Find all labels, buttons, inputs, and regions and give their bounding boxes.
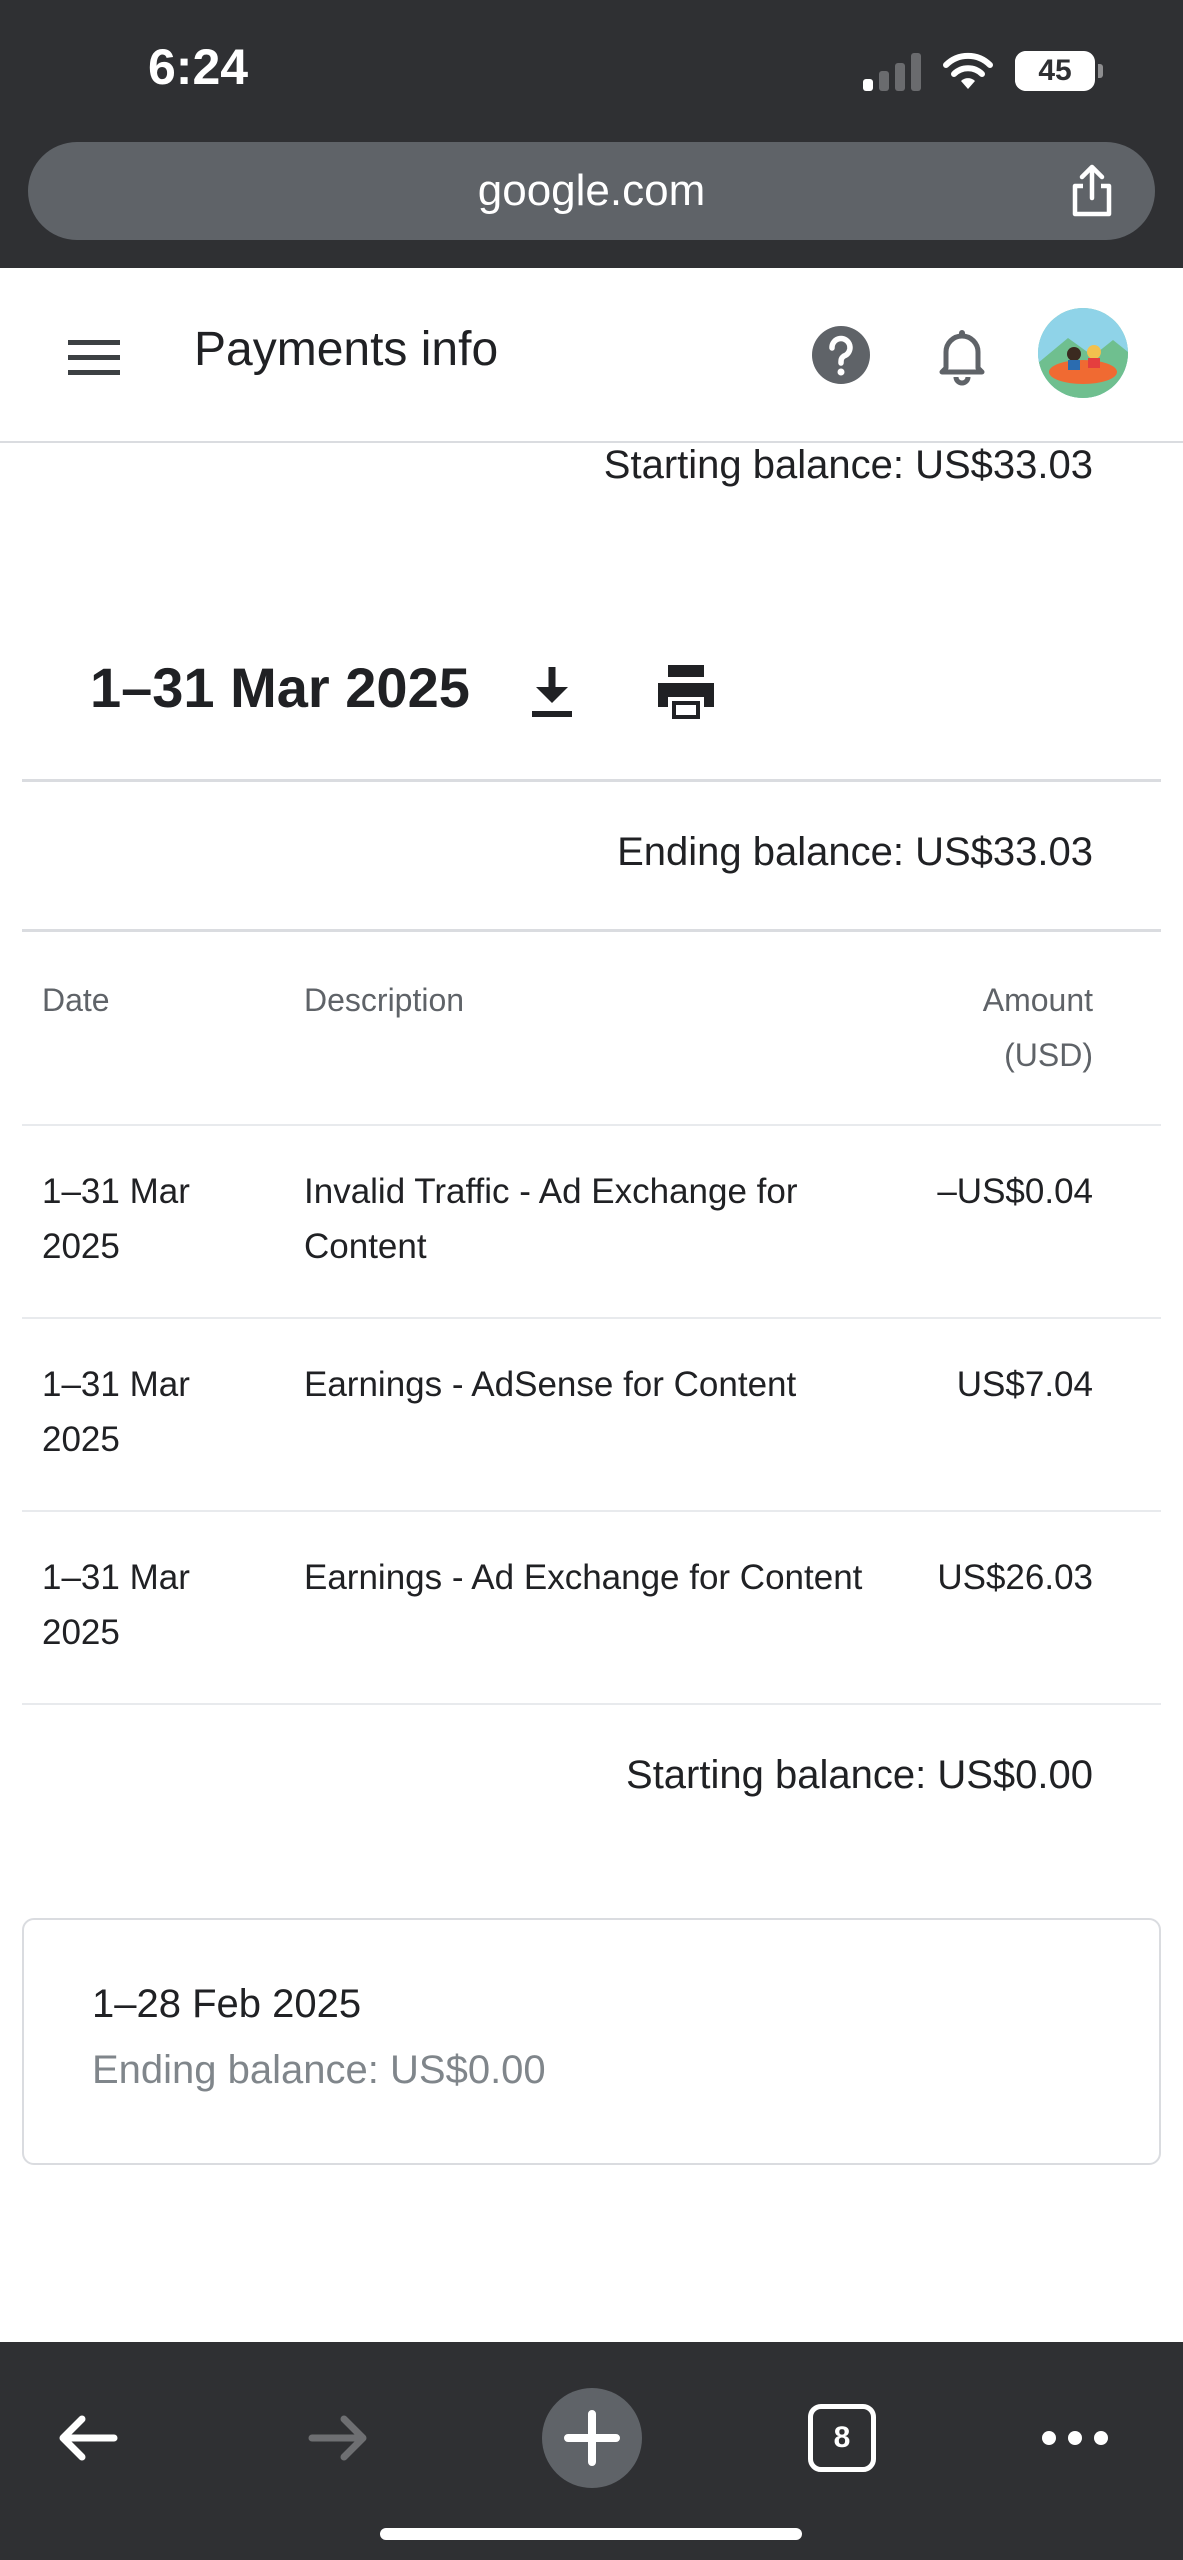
more-horizontal-icon[interactable]	[1040, 2422, 1110, 2454]
divider	[22, 1124, 1161, 1126]
amount-header-line1: Amount	[982, 982, 1093, 1018]
browser-top-bar: 6:24 45 google.com	[0, 0, 1183, 268]
ending-balance: Ending balance: US$33.03	[617, 830, 1093, 874]
row-date-line2: 2025	[42, 1227, 120, 1266]
row-description: Earnings - Ad Exchange for Content	[304, 1558, 863, 1597]
row-date-line1: 1–31 Mar	[42, 1365, 190, 1404]
avatar-image	[1038, 308, 1128, 398]
row-date: 1–31 Mar 2025	[42, 1550, 190, 1660]
download-icon[interactable]	[520, 659, 584, 723]
row-amount: –US$0.04	[937, 1172, 1093, 1211]
browser-bottom-toolbar: 8	[0, 2342, 1183, 2560]
divider	[22, 1510, 1161, 1512]
row-date-line1: 1–31 Mar	[42, 1558, 190, 1597]
divider	[22, 1703, 1161, 1705]
card-period: 1–28 Feb 2025	[92, 1982, 362, 2026]
address-bar[interactable]: google.com	[28, 142, 1155, 240]
row-date: 1–31 Mar 2025	[42, 1164, 190, 1274]
avatar[interactable]	[1038, 308, 1128, 398]
help-circle-icon[interactable]	[810, 324, 872, 386]
column-header-amount: Amount (USD)	[983, 973, 1093, 1083]
row-date: 1–31 Mar 2025	[42, 1357, 190, 1467]
arrow-right-icon[interactable]	[302, 2402, 374, 2474]
print-icon[interactable]	[652, 659, 720, 723]
page-title: Payments info	[194, 323, 499, 376]
row-amount: US$7.04	[956, 1365, 1093, 1404]
row-description: Invalid Traffic - Ad Exchange for Conten…	[304, 1164, 798, 1274]
row-description-line2: Content	[304, 1227, 427, 1266]
battery-percent: 45	[1038, 54, 1072, 87]
previous-statement-card[interactable]: 1–28 Feb 2025 Ending balance: US$0.00	[22, 1918, 1161, 2165]
divider	[22, 929, 1161, 932]
row-description-line1: Invalid Traffic - Ad Exchange for	[304, 1172, 798, 1211]
divider	[22, 779, 1161, 782]
statement-period-title: 1–31 Mar 2025	[90, 656, 470, 719]
app-bar: Payments info	[0, 268, 1183, 443]
amount-header-line2: (USD)	[1004, 1037, 1093, 1073]
column-header-date: Date	[42, 982, 110, 1018]
row-date-line1: 1–31 Mar	[42, 1172, 190, 1211]
status-time: 6:24	[148, 39, 249, 95]
divider	[22, 1317, 1161, 1319]
share-icon[interactable]	[1063, 162, 1121, 220]
url-text[interactable]: google.com	[28, 142, 1155, 240]
plus-icon	[564, 2410, 620, 2466]
bell-icon[interactable]	[930, 322, 994, 386]
previous-starting-balance: Starting balance: US$33.03	[603, 443, 1093, 487]
starting-balance: Starting balance: US$0.00	[626, 1753, 1093, 1797]
hamburger-menu-icon[interactable]	[62, 326, 126, 390]
wifi-icon	[943, 52, 993, 89]
arrow-left-icon[interactable]	[52, 2402, 124, 2474]
battery-icon: 45	[1015, 51, 1103, 91]
cellular-signal-icon	[863, 51, 921, 91]
row-amount: US$26.03	[937, 1558, 1093, 1597]
card-ending-balance: Ending balance: US$0.00	[92, 2048, 546, 2092]
status-icons: 45	[863, 44, 1103, 98]
tab-switcher-button[interactable]: 8	[808, 2404, 876, 2472]
row-date-line2: 2025	[42, 1420, 120, 1459]
row-description: Earnings - AdSense for Content	[304, 1365, 797, 1404]
row-date-line2: 2025	[42, 1613, 120, 1652]
home-indicator	[380, 2528, 802, 2540]
new-tab-button[interactable]	[542, 2388, 642, 2488]
column-header-description: Description	[304, 982, 465, 1018]
